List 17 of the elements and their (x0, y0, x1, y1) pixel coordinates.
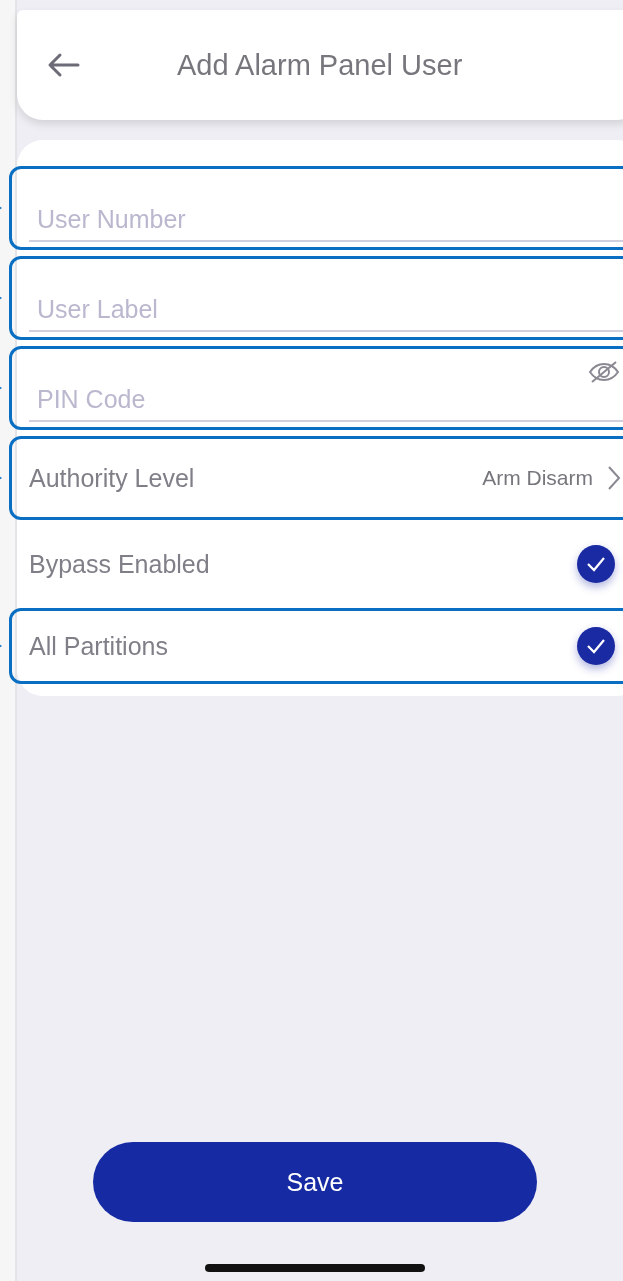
row-label: Bypass Enabled (29, 549, 211, 579)
row-value[interactable]: Arm Disarm (482, 466, 593, 490)
row-label: All Partitions (29, 631, 169, 661)
text-field[interactable]: User Number (29, 198, 623, 242)
check-icon (586, 556, 606, 572)
back-arrow-icon (47, 52, 81, 78)
chevron-right-icon[interactable] (607, 465, 621, 491)
pin-field[interactable]: PIN Code (29, 378, 623, 422)
back-button[interactable] (47, 52, 81, 78)
page-title: Add Alarm Panel User (177, 48, 463, 82)
save-button[interactable]: Save (93, 1142, 537, 1222)
row-label: Authority Level (29, 463, 196, 493)
checkbox[interactable] (577, 545, 615, 583)
eye-slash-icon[interactable] (587, 360, 621, 384)
checkbox[interactable] (577, 627, 615, 665)
text-field[interactable]: User Label (29, 288, 623, 332)
check-icon (586, 638, 606, 654)
